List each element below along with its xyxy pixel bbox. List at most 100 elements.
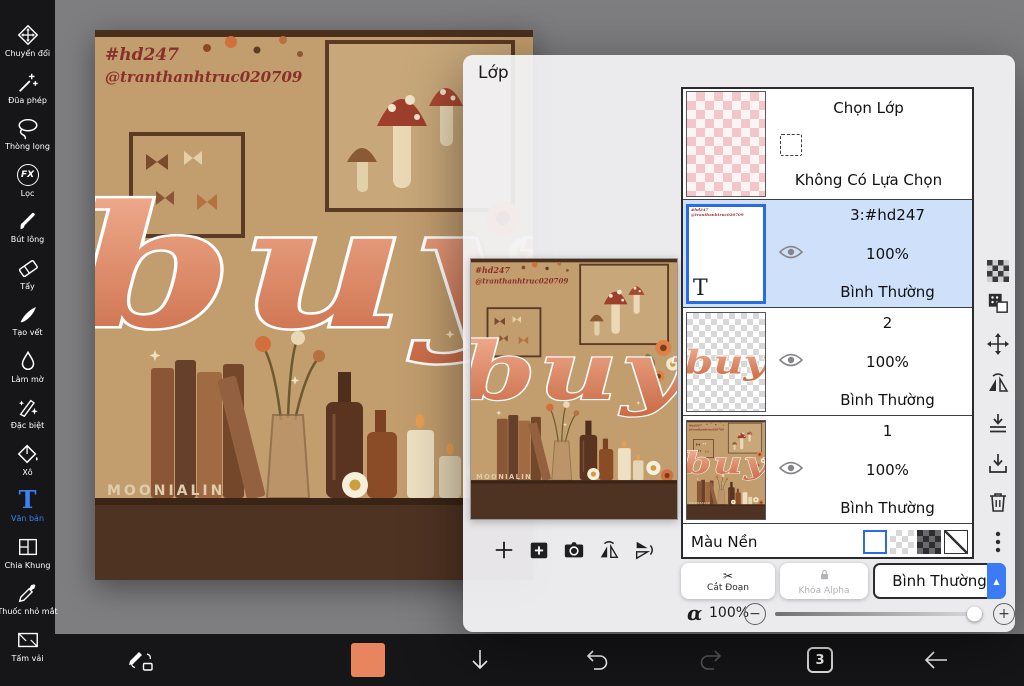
background-color-row[interactable]: Màu Nền	[683, 524, 972, 559]
tool-label: Đặc biệt	[10, 421, 45, 430]
import-layer-button[interactable]	[985, 451, 1011, 477]
visibility-toggle[interactable]	[778, 352, 804, 371]
visibility-toggle[interactable]	[778, 460, 804, 479]
layer-thumbnail[interactable]: buy	[686, 312, 766, 412]
sidebar-tool-special[interactable]: Đặc biệt	[0, 394, 55, 441]
camera-import-button[interactable]	[561, 537, 587, 563]
sidebar-tool-eraser[interactable]: Tẩy	[0, 255, 55, 302]
back-button[interactable]	[921, 646, 951, 674]
add-layer-button[interactable]	[491, 537, 517, 563]
flip-horizontal-button[interactable]	[596, 537, 622, 563]
brush-eraser-toggle[interactable]	[127, 646, 155, 674]
thumb-script-text: buy	[687, 343, 765, 382]
layers-panel: Lớp Chọn Lớp Không Có Lựa Chọn #hd247 @t…	[463, 55, 1015, 632]
screentone-button[interactable]	[985, 290, 1011, 316]
layer-name: 1	[882, 422, 893, 440]
sidebar-tool-bucket[interactable]: Xô	[0, 441, 55, 488]
bg-color-swatch-light-checker[interactable]	[890, 529, 914, 554]
tool-label: Lọc	[20, 188, 35, 198]
text-tool-icon: T	[18, 485, 37, 514]
layer-info: 1 100% Bình Thường	[809, 422, 966, 517]
sidebar-tool-filter[interactable]: FX Lọc	[0, 162, 55, 209]
sidebar-tool-text[interactable]: T Văn bản	[0, 487, 55, 534]
more-options-button[interactable]	[985, 529, 1011, 555]
select-layer-title: Chọn Lớp	[833, 99, 904, 117]
tool-label: Chia Khung	[4, 560, 51, 570]
canvas-icon	[15, 627, 41, 653]
layer-opacity: 100%	[866, 352, 909, 371]
layer-info: 3:#hd247 100% Bình Thường	[809, 206, 966, 301]
sidebar-tool-eyedropper[interactable]: Thuốc nhỏ mắt	[0, 580, 58, 627]
active-color-swatch[interactable]	[351, 643, 385, 677]
undo-button[interactable]	[583, 646, 611, 674]
tool-label: Văn bản	[10, 514, 45, 523]
flip-layer-button[interactable]	[985, 371, 1011, 397]
eraser-icon	[15, 255, 41, 281]
fx-filter-icon: FX	[15, 162, 41, 188]
sidebar-tool-blur[interactable]: Làm mờ	[0, 348, 55, 395]
selection-thumbnail[interactable]	[686, 91, 766, 197]
merge-layer-button[interactable]	[985, 411, 1011, 437]
selection-dashed-icon	[780, 134, 802, 156]
text-layer-marker: T	[693, 276, 708, 301]
add-layer-filled-button[interactable]	[526, 537, 552, 563]
lasso-icon	[15, 115, 41, 141]
bg-color-swatch-dark-checker[interactable]	[917, 529, 941, 554]
blend-stepper-icon[interactable]: ▲	[987, 563, 1006, 599]
sidebar-tool-transform[interactable]: Chuyển đổi	[0, 22, 55, 69]
alpha-slider-thumb[interactable]	[967, 606, 982, 622]
blur-icon	[15, 348, 41, 374]
alpha-lock-label: Khóa Alpha	[798, 586, 850, 596]
alpha-lock-button[interactable]: Khóa Alpha	[780, 563, 868, 599]
bucket-icon	[15, 441, 41, 467]
sidebar-tool-brush[interactable]: Bút lông	[0, 208, 55, 255]
bg-color-swatch-white-selected[interactable]	[863, 529, 887, 554]
canvas-preview[interactable]	[470, 258, 678, 520]
layer-name: 3:#hd247	[850, 206, 925, 224]
tool-label: Chuyển đổi	[4, 49, 51, 58]
sidebar-tool-canvas[interactable]: Tấm vải	[0, 627, 55, 674]
flip-vertical-button[interactable]	[631, 537, 657, 563]
sidebar-tool-lasso[interactable]: Thòng lọng	[0, 115, 55, 162]
tool-label: Tạo vết	[12, 328, 43, 337]
clip-button[interactable]: ✂ Cắt Đoạn	[681, 563, 775, 599]
layer-blend: Bình Thường	[840, 391, 935, 409]
magic-wand-icon	[15, 69, 41, 95]
bg-color-swatch-transparent[interactable]	[944, 529, 968, 554]
layer-thumbnail[interactable]	[686, 420, 766, 520]
layer-name: 2	[882, 314, 893, 332]
tool-sidebar: Chuyển đổi Đũa phép Thòng lọng FX Lọc Bú…	[0, 0, 58, 686]
sidebar-tool-smudge[interactable]: Tạo vết	[0, 301, 55, 348]
special-pen-icon	[15, 394, 41, 420]
thumb-handle: @tranthanhtruc020709	[691, 212, 744, 218]
layer-select-row[interactable]: Chọn Lớp Không Có Lựa Chọn	[683, 89, 972, 200]
alpha-decrease-button[interactable]: −	[744, 603, 766, 625]
move-layer-button[interactable]	[985, 331, 1011, 357]
background-color-label: Màu Nền	[691, 532, 758, 551]
alpha-increase-button[interactable]: +	[993, 603, 1015, 625]
transparency-bg-button[interactable]	[985, 258, 1011, 284]
redo-button[interactable]	[697, 646, 725, 674]
tool-label: Tẩy	[20, 281, 35, 291]
brush-icon	[15, 208, 41, 234]
alpha-slider[interactable]	[775, 606, 983, 622]
blend-mode-dropdown[interactable]: Bình Thường ▲	[873, 563, 1006, 599]
scissors-icon: ✂	[722, 568, 734, 583]
layer-thumbnail[interactable]: #hd247 @tranthanhtruc020709 T	[686, 204, 766, 304]
sidebar-tool-frame-divider[interactable]: Chia Khung	[0, 534, 55, 581]
visibility-toggle[interactable]	[778, 244, 804, 263]
layer-row[interactable]: 1 100% Bình Thường	[683, 416, 972, 524]
tool-label: Tấm vải	[11, 653, 44, 663]
layer-row[interactable]: #hd247 @tranthanhtruc020709 T 3:#hd247 1…	[683, 200, 972, 308]
clip-button-label: Cắt Đoạn	[707, 582, 749, 593]
down-arrow-button[interactable]	[467, 647, 493, 673]
delete-layer-button[interactable]	[985, 489, 1011, 515]
transform-icon	[15, 22, 41, 48]
app-screen: Chuyển đổi Đũa phép Thòng lọng FX Lọc Bú…	[0, 0, 1024, 686]
sidebar-tool-magic-wand[interactable]: Đũa phép	[0, 69, 55, 116]
layers-panel-title: Lớp	[478, 63, 509, 83]
tool-label: Đũa phép	[8, 95, 47, 105]
layers-button[interactable]: 3	[807, 647, 833, 673]
layer-row[interactable]: buy 2 100% Bình Thường	[683, 308, 972, 416]
layer-blend: Bình Thường	[840, 283, 935, 301]
